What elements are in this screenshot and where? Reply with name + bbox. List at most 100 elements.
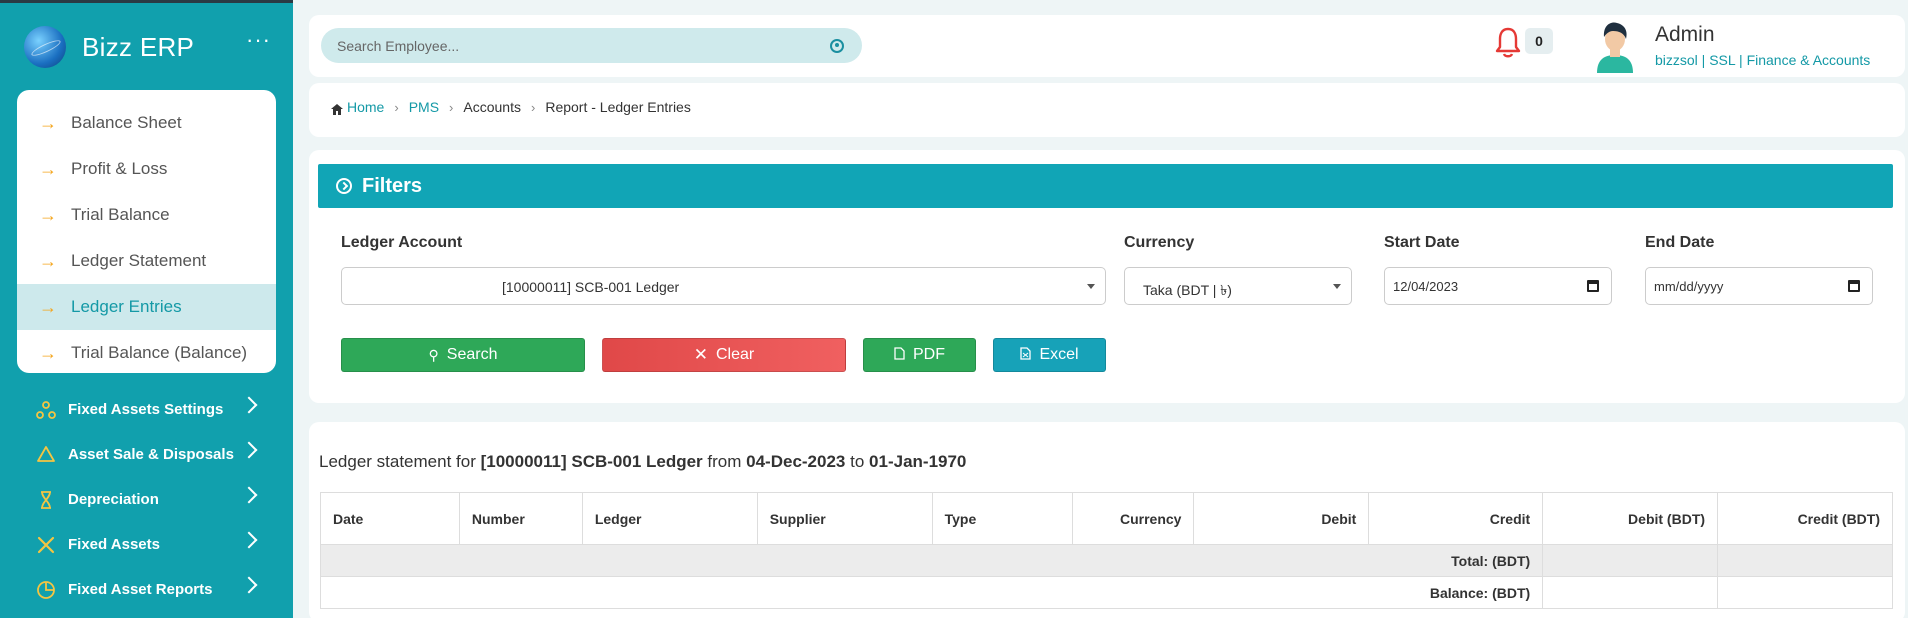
report-to-word: to xyxy=(850,452,865,471)
end-date-input[interactable]: mm/dd/yyyy xyxy=(1645,267,1873,305)
excel-button-label: Excel xyxy=(1039,346,1079,363)
submenu-item-label: Ledger Entries xyxy=(71,297,182,316)
arrow-right-icon: → xyxy=(39,296,57,317)
nav-item-label: Asset Sale & Disposals xyxy=(68,446,234,463)
col-supplier: Supplier xyxy=(756,492,933,545)
filters-header[interactable]: Filters xyxy=(318,164,1893,208)
report-title-prefix: Ledger statement for xyxy=(319,452,476,471)
total-label: Total: (BDT) xyxy=(319,544,1544,577)
search-input[interactable] xyxy=(321,28,862,63)
submenu-item-label: Trial Balance (Balance) xyxy=(71,343,248,362)
submenu-item-label: Trial Balance xyxy=(71,205,170,224)
breadcrumb: Home › PMS › Accounts › Report - Ledger … xyxy=(309,83,1905,137)
recycle-icon xyxy=(36,445,56,465)
col-credit: Credit xyxy=(1368,492,1544,545)
start-date-value: 12/04/2023 xyxy=(1393,279,1459,294)
submenu-item-ledger-entries[interactable]: → Ledger Entries xyxy=(17,284,276,330)
caret-down-icon xyxy=(1087,284,1095,289)
user-search-icon[interactable] xyxy=(830,39,844,53)
dots-menu-icon[interactable]: ··· xyxy=(246,29,271,51)
chevron-right-icon xyxy=(240,396,258,414)
chevron-right-icon xyxy=(240,486,258,504)
arrow-right-icon: → xyxy=(39,158,57,179)
start-date-input[interactable]: 12/04/2023 xyxy=(1384,267,1612,305)
table-header-row: Date Number Ledger Supplier Type Currenc… xyxy=(320,492,1893,545)
ledger-entries-table: Date Number Ledger Supplier Type Currenc… xyxy=(319,492,1893,609)
sidebar-nav: Fixed Assets Settings Asset Sale & Dispo… xyxy=(0,387,293,612)
arrow-right-icon: → xyxy=(39,250,57,271)
submenu-item-balance-sheet[interactable]: → Balance Sheet xyxy=(17,100,276,146)
top-header: 0 Admin bizzsol | SSL | Finance & Accoun… xyxy=(309,15,1905,77)
bell-icon[interactable] xyxy=(1494,26,1522,60)
report-from-date: 04-Dec-2023 xyxy=(746,452,846,471)
nav-item-fixed-assets[interactable]: Fixed Assets xyxy=(0,522,293,567)
calendar-icon[interactable] xyxy=(1848,280,1860,292)
notification-count-badge: 0 xyxy=(1525,28,1553,54)
arrow-right-icon: → xyxy=(39,204,57,225)
tools-icon xyxy=(36,535,56,555)
submenu-item-label: Ledger Statement xyxy=(71,251,207,270)
breadcrumb-accounts: Accounts xyxy=(463,99,521,115)
close-icon: ✕ xyxy=(693,345,708,364)
chevron-circle-icon xyxy=(336,178,352,194)
currency-label: Currency xyxy=(1124,234,1195,251)
chevron-right-icon: › xyxy=(530,99,536,115)
home-icon xyxy=(331,102,343,115)
balance-debit-bdt xyxy=(1542,576,1719,609)
chevron-right-icon: › xyxy=(394,99,399,115)
clear-button-label: Clear xyxy=(716,346,755,363)
search-button-label: Search xyxy=(446,346,498,363)
hourglass-icon xyxy=(36,490,56,510)
nav-item-label: Fixed Assets Settings xyxy=(68,401,224,418)
breadcrumb-home[interactable]: Home xyxy=(347,99,384,115)
nav-item-fixed-asset-reports[interactable]: Fixed Asset Reports xyxy=(0,567,293,612)
balance-credit-bdt xyxy=(1717,576,1893,609)
nav-item-label: Fixed Assets xyxy=(68,536,160,553)
nav-item-asset-sale-disposals[interactable]: Asset Sale & Disposals xyxy=(0,432,293,477)
total-credit-bdt xyxy=(1717,544,1893,577)
report-title: Ledger statement for [10000011] SCB-001 … xyxy=(319,452,966,472)
arrow-right-icon: → xyxy=(39,112,57,133)
user-meta: bizzsol | SSL | Finance & Accounts xyxy=(1655,52,1871,68)
breadcrumb-pms[interactable]: PMS xyxy=(409,99,439,115)
currency-value: Taka (BDT | ৳) xyxy=(1143,282,1232,298)
pdf-button[interactable]: PDF xyxy=(863,338,976,372)
ledger-account-label: Ledger Account xyxy=(341,234,463,251)
currency-select[interactable]: Taka (BDT | ৳) xyxy=(1124,267,1352,305)
col-ledger: Ledger xyxy=(581,492,758,545)
col-debit-bdt: Debit (BDT) xyxy=(1542,492,1719,545)
col-credit-bdt: Credit (BDT) xyxy=(1717,492,1893,545)
search-button[interactable]: ⚲ Search xyxy=(341,338,585,372)
brand[interactable]: Bizz ERP xyxy=(24,23,194,71)
nav-item-label: Depreciation xyxy=(68,491,159,508)
brand-name: Bizz ERP xyxy=(82,31,195,62)
submenu-item-label: Profit & Loss xyxy=(71,159,168,178)
col-number: Number xyxy=(458,492,583,545)
submenu-item-ledger-statement[interactable]: → Ledger Statement xyxy=(17,238,276,284)
breadcrumb-current: Report - Ledger Entries xyxy=(545,99,691,115)
end-date-value: mm/dd/yyyy xyxy=(1654,279,1724,294)
filters-title: Filters xyxy=(362,174,423,197)
caret-down-icon xyxy=(1333,284,1341,289)
chevron-right-icon xyxy=(240,576,258,594)
total-row: Total: (BDT) xyxy=(319,544,1893,577)
submenu-item-trial-balance-balance[interactable]: → Trial Balance (Balance) xyxy=(17,330,276,373)
ledger-account-select[interactable]: [10000011] SCB-001 Ledger xyxy=(341,267,1106,305)
nav-item-depreciation[interactable]: Depreciation xyxy=(0,477,293,522)
submenu-item-trial-balance[interactable]: → Trial Balance xyxy=(17,192,276,238)
excel-button[interactable]: Excel xyxy=(993,338,1106,372)
user-name[interactable]: Admin xyxy=(1655,23,1715,47)
filters-card: Filters Ledger Account [10000011] SCB-00… xyxy=(309,150,1905,403)
submenu-item-profit-loss[interactable]: → Profit & Loss xyxy=(17,146,276,192)
nav-item-fixed-assets-settings[interactable]: Fixed Assets Settings xyxy=(0,387,293,432)
globe-logo-icon xyxy=(24,26,66,68)
clear-button[interactable]: ✕ Clear xyxy=(602,338,846,372)
calendar-icon[interactable] xyxy=(1587,280,1599,292)
report-to-date: 01-Jan-1970 xyxy=(869,452,967,471)
nodes-icon xyxy=(36,400,56,420)
start-date-label: Start Date xyxy=(1384,234,1460,251)
balance-label: Balance: (BDT) xyxy=(319,576,1544,609)
chevron-right-icon xyxy=(240,531,258,549)
employee-search xyxy=(321,28,862,63)
avatar[interactable] xyxy=(1593,19,1637,73)
